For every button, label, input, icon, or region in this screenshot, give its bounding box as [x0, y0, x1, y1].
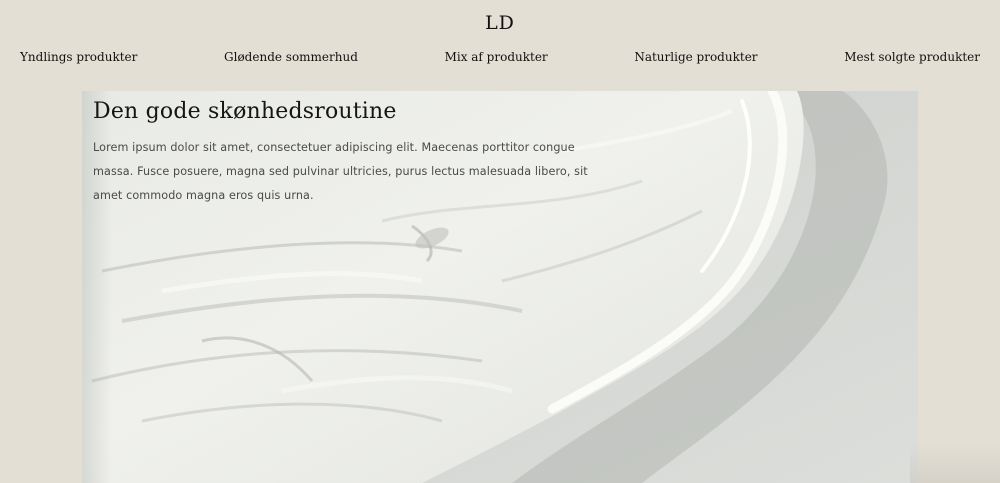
hero-title: Den gode skønhedsroutine [93, 99, 397, 124]
hero-body-text: Lorem ipsum dolor sit amet, consectetuer… [93, 141, 588, 202]
nav-item-glodende-sommerhud[interactable]: Glødende sommerhud [224, 50, 358, 64]
site-logo[interactable]: LD [0, 12, 1000, 34]
page-edge-shadow [910, 443, 1000, 483]
nav-item-naturlige-produkter[interactable]: Naturlige produkter [634, 50, 757, 64]
nav-item-yndlings-produkter[interactable]: Yndlings produkter [20, 50, 137, 64]
hero-banner: Den gode skønhedsroutine Lorem ipsum dol… [82, 91, 918, 483]
nav-item-mest-solgte-produkter[interactable]: Mest solgte produkter [844, 50, 980, 64]
nav-item-mix-af-produkter[interactable]: Mix af produkter [445, 50, 548, 64]
main-nav: Yndlings produkter Glødende sommerhud Mi… [20, 48, 980, 66]
